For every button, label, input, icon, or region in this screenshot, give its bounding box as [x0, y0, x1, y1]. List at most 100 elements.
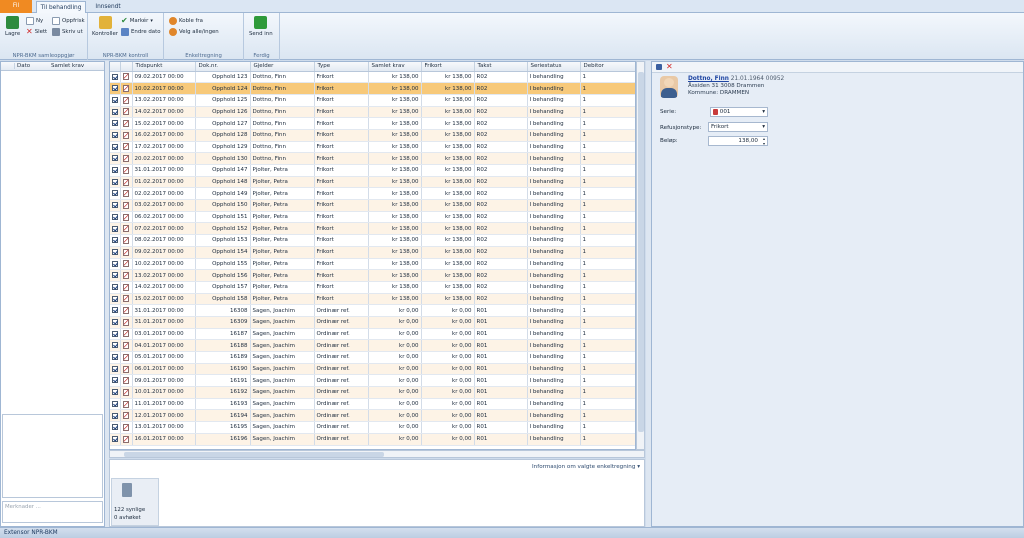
checkbox-icon[interactable] — [112, 190, 118, 197]
column-gjelder[interactable]: Gjelder — [250, 62, 315, 72]
table-row[interactable]: 31.01.2017 00:00 Opphold 147 Pjolter, Petr… — [110, 164, 635, 177]
row-checkbox[interactable] — [110, 328, 121, 341]
checkbox-icon[interactable] — [112, 85, 118, 92]
row-checkbox[interactable] — [110, 106, 121, 119]
row-checkbox[interactable] — [110, 211, 121, 224]
checkbox-icon[interactable] — [112, 330, 118, 337]
checkbox-icon[interactable] — [112, 365, 118, 372]
table-row[interactable]: 14.02.2017 00:00 Opphold 126 Dottno, Finn F… — [110, 106, 635, 119]
checkbox-icon[interactable] — [112, 377, 118, 384]
table-row[interactable]: 15.02.2017 00:00 Opphold 158 Pjolter, Petr… — [110, 293, 635, 306]
tab-til-behandling[interactable]: Til behandling — [36, 1, 86, 13]
row-checkbox[interactable] — [110, 129, 121, 142]
stepper-arrows-icon[interactable]: ▴ ▾ — [763, 136, 765, 146]
info-toggle[interactable]: Informasjon om valgte enkeltregning ▾ — [532, 464, 640, 470]
table-row[interactable]: 20.02.2017 00:00 Opphold 130 Dottno, Finn F… — [110, 152, 635, 165]
new-button[interactable]: Ny — [26, 17, 43, 25]
checkbox-icon[interactable] — [112, 354, 118, 361]
row-checkbox[interactable] — [110, 363, 121, 376]
table-row[interactable]: 31.01.2017 00:00 16309 Sagen, Joachim Ordin… — [110, 316, 635, 329]
refresh-button[interactable]: Oppfrisk — [52, 17, 85, 25]
checkbox-icon[interactable] — [112, 167, 118, 174]
table-row[interactable]: 05.01.2017 00:00 16189 Sagen, Joachim Ordin… — [110, 351, 635, 364]
row-checkbox[interactable] — [110, 409, 121, 423]
checkbox-icon[interactable] — [112, 248, 118, 255]
scrollbar-thumb[interactable] — [638, 72, 644, 432]
row-checkbox[interactable] — [110, 246, 121, 259]
column-samlet-krav[interactable]: Samlet krav — [368, 62, 422, 72]
table-row[interactable]: 17.02.2017 00:00 Opphold 129 Dottno, Finn F… — [110, 141, 635, 154]
row-checkbox[interactable] — [110, 293, 121, 306]
table-row[interactable]: 10.02.2017 00:00 Opphold 124 Dottno, Finn F… — [110, 82, 635, 95]
checkbox-icon[interactable] — [112, 272, 118, 279]
row-checkbox[interactable] — [110, 258, 121, 271]
row-checkbox[interactable] — [110, 398, 121, 411]
save-button[interactable]: Lagre — [5, 16, 20, 37]
checkbox-icon[interactable] — [112, 424, 118, 431]
checkbox-icon[interactable] — [112, 96, 118, 103]
checkbox-icon[interactable] — [112, 132, 118, 139]
checkbox-icon[interactable] — [112, 237, 118, 244]
checkbox-icon[interactable] — [112, 202, 118, 209]
row-checkbox[interactable] — [110, 164, 121, 177]
column-type[interactable]: Type — [314, 62, 369, 72]
table-row[interactable]: 31.01.2017 00:00 16308 Sagen, Joachim Ordin… — [110, 304, 635, 317]
send-button[interactable]: Send inn — [249, 16, 273, 37]
row-checkbox[interactable] — [110, 82, 121, 95]
tab-innsendt[interactable]: Innsendt — [86, 1, 130, 13]
table-row[interactable]: 08.02.2017 00:00 Opphold 153 Pjolter, Petr… — [110, 234, 635, 247]
row-checkbox[interactable] — [110, 222, 121, 236]
column-date[interactable]: Dato — [17, 63, 30, 69]
table-row[interactable]: 03.01.2017 00:00 16187 Sagen, Joachim Ordin… — [110, 328, 635, 341]
delete-button[interactable]: ✕ Slett — [26, 28, 47, 36]
patient-name-link[interactable]: Dottno, Finn — [688, 76, 729, 82]
table-row[interactable]: 10.02.2017 00:00 Opphold 155 Pjolter, Petr… — [110, 258, 635, 271]
table-row[interactable]: 13.01.2017 00:00 16195 Sagen, Joachim Ordin… — [110, 421, 635, 434]
row-checkbox[interactable] — [110, 176, 121, 189]
close-icon[interactable]: ✕ — [666, 62, 673, 71]
column-doknr[interactable]: Dok.nr. — [195, 62, 251, 72]
save-icon[interactable] — [656, 64, 662, 70]
scrollbar-thumb[interactable] — [124, 452, 384, 457]
table-row[interactable]: 11.01.2017 00:00 16193 Sagen, Joachim Ordin… — [110, 398, 635, 411]
row-checkbox[interactable] — [110, 281, 121, 294]
change-date-button[interactable]: Endre dato — [121, 28, 161, 36]
checkbox-icon[interactable] — [112, 108, 118, 115]
column-tidspunkt[interactable]: Tidspunkt — [132, 62, 196, 72]
row-checkbox[interactable] — [110, 316, 121, 329]
choose-all-button[interactable]: Velg alle/ingen — [169, 28, 219, 36]
table-row[interactable]: 15.02.2017 00:00 Opphold 127 Dottno, Finn F… — [110, 117, 635, 130]
column-total[interactable]: Samlet krav — [51, 63, 84, 69]
column-seriestatus[interactable]: Seriestatus — [527, 62, 581, 72]
table-row[interactable]: 04.01.2017 00:00 16188 Sagen, Joachim Ordin… — [110, 339, 635, 352]
table-row[interactable]: 01.02.2017 00:00 Opphold 148 Pjolter, Petr… — [110, 176, 635, 189]
table-row[interactable]: 09.02.2017 00:00 Opphold 123 Dottno, Finn F… — [110, 71, 635, 84]
row-checkbox[interactable] — [110, 187, 121, 201]
column-debitor[interactable]: Debitor — [580, 62, 635, 72]
amount-stepper[interactable]: 138,00 ▴ ▾ — [708, 136, 768, 146]
checkbox-icon[interactable] — [112, 143, 118, 150]
checkbox-icon[interactable] — [112, 155, 118, 162]
table-row[interactable]: 16.01.2017 00:00 16196 Sagen, Joachim Ordin… — [110, 433, 635, 446]
row-checkbox[interactable] — [110, 71, 121, 84]
row-checkbox[interactable] — [110, 117, 121, 130]
row-checkbox[interactable] — [110, 141, 121, 154]
table-row[interactable]: 02.02.2017 00:00 Opphold 149 Pjolter, Petr… — [110, 187, 635, 201]
checkbox-icon[interactable] — [112, 435, 118, 442]
checkbox-icon[interactable] — [112, 389, 118, 396]
print-button[interactable]: Skriv ut — [52, 28, 83, 36]
checkbox-icon[interactable] — [112, 178, 118, 185]
grid-horizontal-scrollbar[interactable] — [109, 450, 645, 458]
control-button[interactable]: Kontroller — [92, 16, 118, 37]
checkbox-icon[interactable] — [112, 319, 118, 326]
table-row[interactable]: 07.02.2017 00:00 Opphold 152 Pjolter, Petr… — [110, 222, 635, 236]
checkbox-icon[interactable] — [112, 213, 118, 220]
notes-area[interactable] — [2, 414, 103, 498]
checkbox-icon[interactable] — [112, 400, 118, 407]
table-row[interactable]: 13.02.2017 00:00 Opphold 156 Pjolter, Petr… — [110, 269, 635, 282]
table-row[interactable]: 09.01.2017 00:00 16191 Sagen, Joachim Ordin… — [110, 374, 635, 388]
table-row[interactable]: 03.02.2017 00:00 Opphold 150 Pjolter, Petr… — [110, 199, 635, 212]
column-check[interactable] — [110, 62, 121, 72]
row-checkbox[interactable] — [110, 386, 121, 399]
column-icon[interactable] — [120, 62, 133, 72]
